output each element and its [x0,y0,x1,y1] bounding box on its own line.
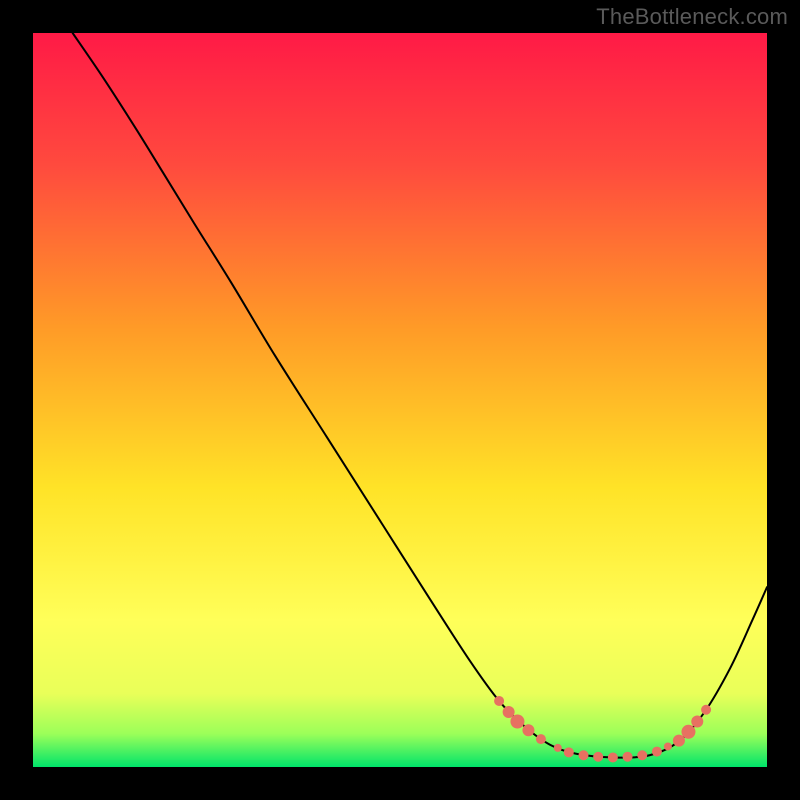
highlight-dot [536,734,546,744]
highlight-dot [593,752,603,762]
highlight-dot [623,752,633,762]
highlight-dot [664,742,672,750]
highlight-dot [564,747,574,757]
highlight-dot [691,715,703,727]
plot-area [33,33,767,767]
highlight-dot [494,696,504,706]
highlight-dot [637,750,647,760]
bottleneck-curve [73,33,767,758]
chart-frame: TheBottleneck.com [0,0,800,800]
highlight-dot [652,747,662,757]
highlight-dot [554,744,562,752]
curve-layer [33,33,767,767]
highlight-dot [701,705,711,715]
highlight-dot [673,735,685,747]
highlight-dot [608,752,618,762]
highlight-dot [522,724,534,736]
highlight-dot [681,725,695,739]
watermark-text: TheBottleneck.com [596,4,788,30]
plot-inner [33,33,767,767]
highlight-dot [579,750,589,760]
highlight-dot [510,714,524,728]
highlight-dot [503,706,515,718]
